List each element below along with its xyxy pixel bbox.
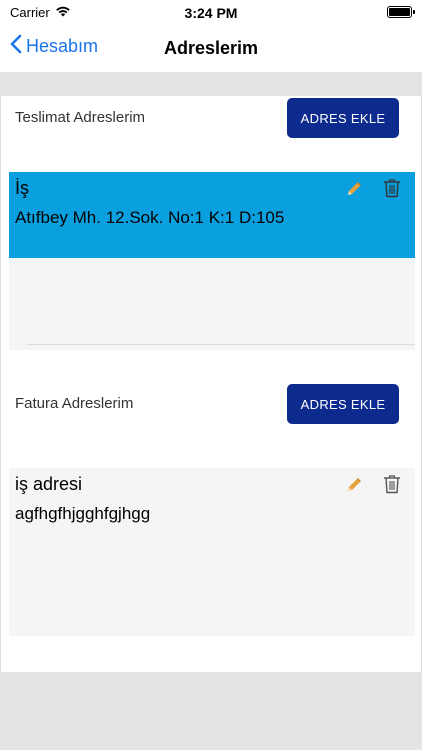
address-title: İş [15,178,30,198]
status-bar: Carrier 3:24 PM [0,0,422,26]
address-list: Teslimat Adreslerim ADRES EKLE İş Atıfbe… [0,96,422,672]
trash-icon[interactable] [383,474,401,494]
header-separator [0,72,422,96]
navigation-bar: Hesabım Adreslerim [0,26,422,72]
back-button-label: Hesabım [26,36,99,56]
delivery-section-header: Teslimat Adreslerim ADRES EKLE [1,96,422,140]
billing-address-card[interactable]: iş adresi agfhgfhjgghfgjhgg [9,468,415,636]
address-line: agfhgfhjgghfgjhgg [15,504,151,523]
add-delivery-address-button[interactable]: ADRES EKLE [287,98,399,138]
address-line: Atıfbey Mh. 12.Sok. No:1 K:1 D:105 [15,208,285,227]
status-time: 3:24 PM [184,5,238,21]
section-divider [27,344,415,345]
billing-address-row[interactable]: iş adresi agfhgfhjgghfgjhgg [9,468,415,554]
pencil-icon[interactable] [345,180,363,198]
back-button[interactable]: Hesabım [10,34,98,59]
chevron-left-icon [10,34,22,59]
pencil-icon[interactable] [345,476,363,494]
delivery-address-row[interactable]: İş Atıfbey Mh. 12.Sok. No:1 K:1 D:105 [9,172,415,258]
billing-section-header: Fatura Adreslerim ADRES EKLE [1,382,422,426]
billing-section-title: Fatura Adreslerim [15,395,134,412]
delivery-section-title: Teslimat Adreslerim [15,109,146,126]
battery-icon [387,6,415,18]
address-title: iş adresi [15,474,83,494]
delivery-address-card[interactable]: İş Atıfbey Mh. 12.Sok. No:1 K:1 D:105 [9,172,415,350]
bottom-bar [0,672,422,750]
trash-icon[interactable] [383,178,401,198]
add-billing-address-button[interactable]: ADRES EKLE [287,384,399,424]
